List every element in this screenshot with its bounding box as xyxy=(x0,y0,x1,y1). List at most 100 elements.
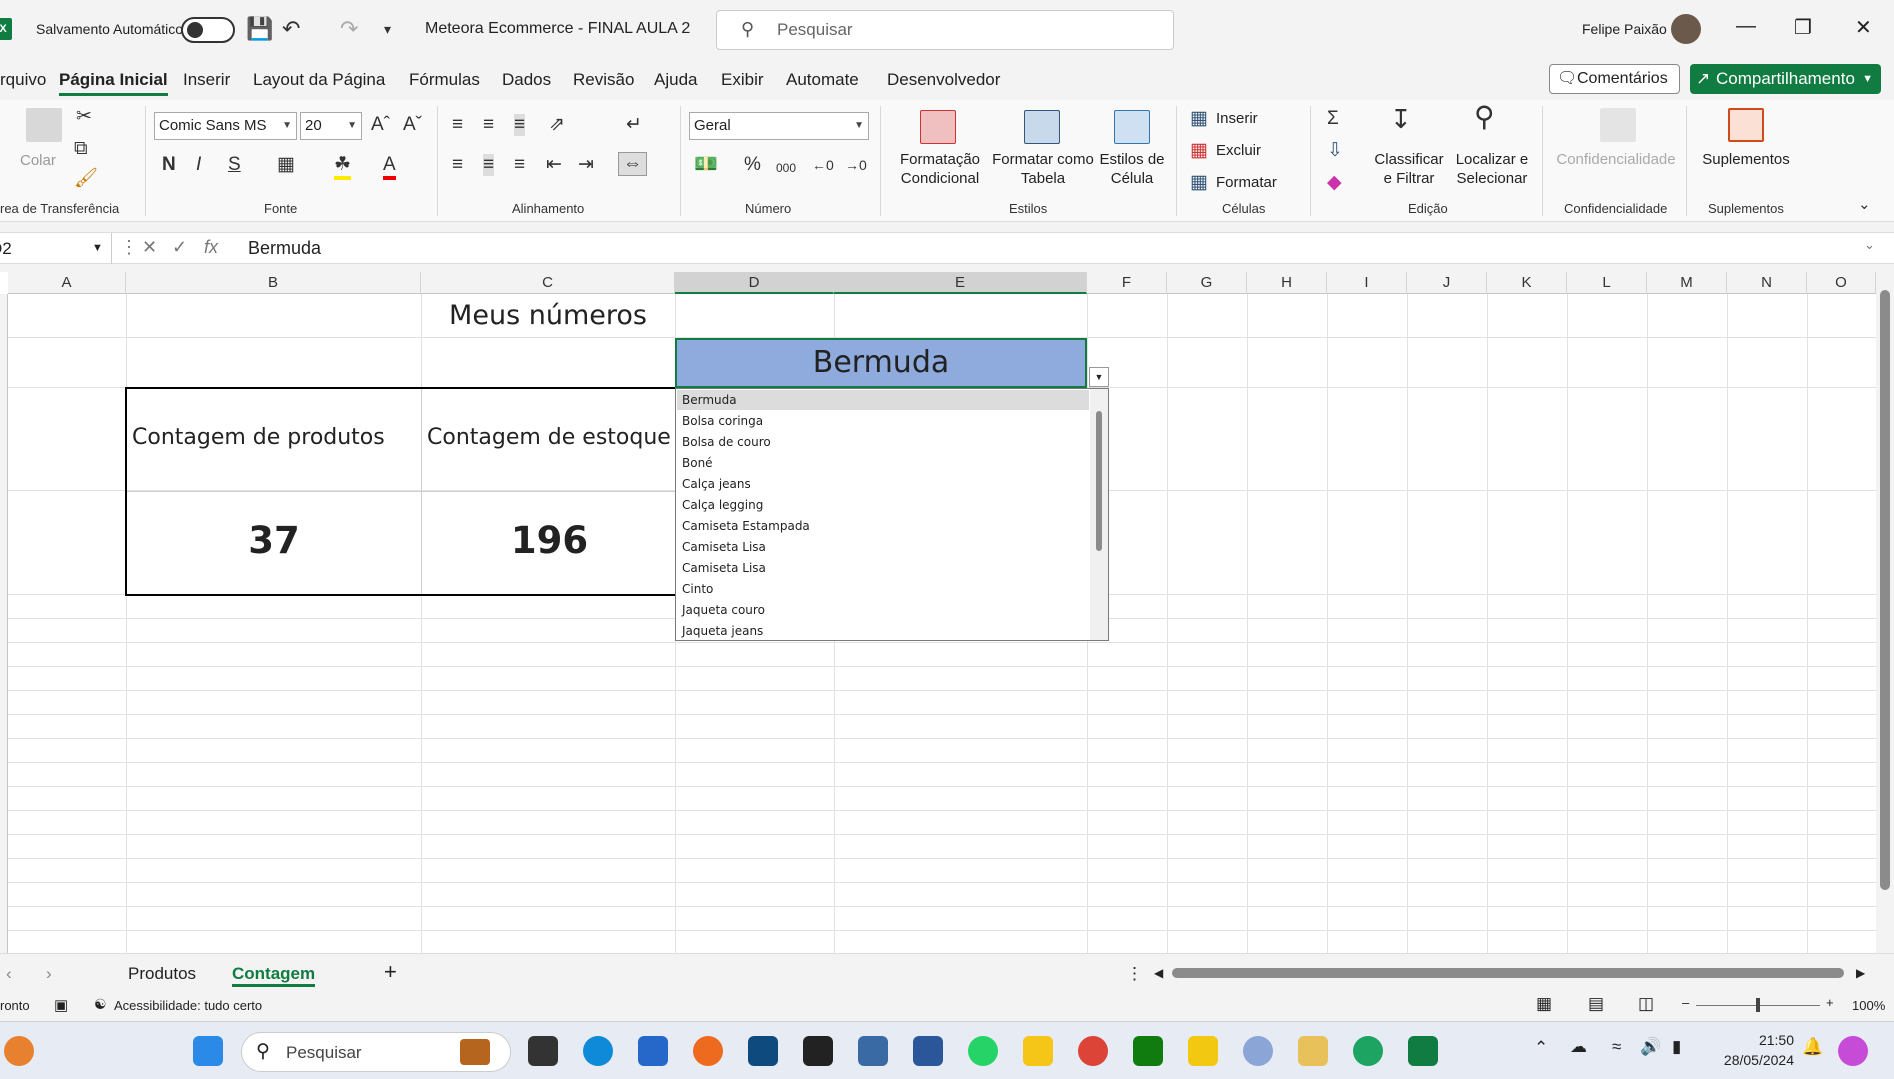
tab-help[interactable]: Ajuda xyxy=(654,70,697,90)
list-item[interactable]: Camiseta Lisa xyxy=(682,558,766,578)
conditional-format-icon[interactable] xyxy=(920,110,956,144)
tab-page-layout[interactable]: Layout da Página xyxy=(253,70,385,90)
bold-button[interactable]: N xyxy=(162,154,176,176)
weather-icon[interactable] xyxy=(4,1036,34,1066)
tab-formulas[interactable]: Fórmulas xyxy=(409,70,480,90)
tab-home[interactable]: Página Inicial xyxy=(59,70,168,96)
cut-icon[interactable]: ✂ xyxy=(76,106,92,128)
products-count-value[interactable]: 37 xyxy=(127,519,421,562)
document-title[interactable]: Meteora Ecommerce - FINAL AULA 2 xyxy=(425,20,690,38)
cell-styles-icon[interactable] xyxy=(1114,110,1150,144)
scroll-right-icon[interactable]: ▶ xyxy=(1856,966,1865,980)
normal-view-icon[interactable]: ▦ xyxy=(1536,994,1552,1014)
tab-review[interactable]: Revisão xyxy=(573,70,634,90)
borders-icon[interactable]: ▦ xyxy=(277,154,295,176)
align-center-icon[interactable]: ≡ xyxy=(483,154,495,176)
align-bottom-icon[interactable]: ≡ xyxy=(514,114,526,136)
xbox-icon[interactable] xyxy=(1133,1036,1163,1066)
list-item[interactable]: Calça jeans xyxy=(682,474,751,494)
battery-icon[interactable]: ▮ xyxy=(1672,1037,1681,1057)
align-top-icon[interactable]: ≡ xyxy=(452,114,463,136)
column-header[interactable]: N xyxy=(1727,272,1807,294)
sticky-notes-icon[interactable] xyxy=(803,1036,833,1066)
collapse-ribbon-icon[interactable]: ⌄ xyxy=(1858,194,1871,216)
list-item[interactable]: Boné xyxy=(682,453,713,473)
next-sheet-icon[interactable]: › xyxy=(46,964,52,984)
align-middle-icon[interactable]: ≡ xyxy=(483,114,494,136)
pycharm-icon[interactable] xyxy=(748,1036,778,1066)
enter-icon[interactable]: ✓ xyxy=(172,237,187,258)
fill-color-icon[interactable]: ☘ xyxy=(334,154,352,180)
tools-icon[interactable] xyxy=(1298,1036,1328,1066)
list-item[interactable]: Bermuda xyxy=(677,390,1089,410)
insert-cells-icon[interactable]: ▦ xyxy=(1190,108,1208,130)
find-select-icon[interactable]: ⚲ xyxy=(1474,103,1495,131)
increase-decimal-icon[interactable]: ←0 xyxy=(812,154,834,176)
chevron-up-icon[interactable]: ⌃ xyxy=(1534,1038,1548,1058)
search-box[interactable]: ⚲ Pesquisar xyxy=(716,10,1174,50)
column-header[interactable]: G xyxy=(1167,272,1247,294)
minimize-icon[interactable]: — xyxy=(1736,15,1756,38)
stock-count-label[interactable]: Contagem de estoque xyxy=(427,425,671,450)
format-as-table-label[interactable]: Formatar como Tabela xyxy=(990,150,1096,188)
horizontal-scroll-thumb[interactable] xyxy=(1172,968,1844,978)
wrap-text-icon[interactable]: ↵ xyxy=(626,114,642,136)
clear-icon[interactable]: ◆ xyxy=(1327,172,1342,194)
addins-label[interactable]: Suplementos xyxy=(1700,150,1792,169)
column-header[interactable]: K xyxy=(1487,272,1567,294)
orientation-icon[interactable]: ⇗ xyxy=(549,114,565,136)
comma-style-icon[interactable]: 000 xyxy=(776,157,796,179)
start-icon[interactable] xyxy=(193,1036,223,1066)
autosave-toggle[interactable] xyxy=(181,17,235,43)
validation-dropdown-list[interactable]: Bermuda Bolsa coringa Bolsa de couro Bon… xyxy=(675,388,1109,641)
expand-formula-icon[interactable]: ⌄ xyxy=(1864,237,1875,253)
accounting-format-icon[interactable]: 💵 xyxy=(694,154,718,176)
close-icon[interactable]: ✕ xyxy=(1855,15,1872,40)
autosum-icon[interactable]: Σ xyxy=(1327,108,1339,130)
chrome-icon[interactable] xyxy=(1078,1036,1108,1066)
sheet-tab-contagem[interactable]: Contagem xyxy=(232,964,316,987)
tab-developer[interactable]: Desenvolvedor xyxy=(887,70,1000,90)
firefox-icon[interactable] xyxy=(693,1036,723,1066)
format-cells-icon[interactable]: ▦ xyxy=(1190,172,1208,194)
excel-taskbar-icon[interactable] xyxy=(1408,1036,1438,1066)
tab-insert[interactable]: Inserir xyxy=(183,70,230,90)
macro-icon[interactable]: ▣ xyxy=(54,996,68,1014)
format-as-table-icon[interactable] xyxy=(1024,110,1060,144)
customize-toolbar-icon[interactable]: ▾ xyxy=(384,16,391,42)
column-header[interactable]: E xyxy=(834,272,1087,294)
tab-data[interactable]: Dados xyxy=(502,70,551,90)
list-item[interactable]: Bolsa coringa xyxy=(682,411,763,431)
onedrive-icon[interactable]: ☁ xyxy=(1570,1037,1587,1057)
tab-file[interactable]: rquivo xyxy=(0,70,46,90)
conditional-format-label[interactable]: Formatação Condicional xyxy=(890,150,990,188)
paste-icon[interactable] xyxy=(26,108,62,142)
cancel-icon[interactable]: ✕ xyxy=(142,237,157,258)
accessibility-status[interactable]: Acessibilidade: tudo certo xyxy=(114,998,262,1013)
power-bi-icon[interactable] xyxy=(1188,1036,1218,1066)
list-item[interactable]: Camiseta Lisa xyxy=(682,537,766,557)
name-box[interactable]: D2 ▼ xyxy=(0,233,112,264)
grow-font-icon[interactable]: Aˆ xyxy=(371,114,390,136)
format-painter-icon[interactable]: 🖌 xyxy=(74,168,98,190)
find-select-label[interactable]: Localizar e Selecionar xyxy=(1452,150,1532,188)
list-item[interactable]: Calça legging xyxy=(682,495,763,515)
column-header[interactable]: D xyxy=(675,272,834,294)
taskbar-search[interactable]: ⚲ Pesquisar xyxy=(241,1032,511,1072)
font-color-icon[interactable]: A xyxy=(383,154,396,180)
fill-icon[interactable]: ⇩ xyxy=(1327,140,1343,162)
products-count-label[interactable]: Contagem de produtos xyxy=(132,425,385,450)
column-header[interactable]: A xyxy=(8,272,126,294)
increase-indent-icon[interactable]: ⇥ xyxy=(578,154,594,176)
align-right-icon[interactable]: ≡ xyxy=(514,154,525,176)
store-icon[interactable] xyxy=(638,1036,668,1066)
percent-icon[interactable]: % xyxy=(744,154,761,176)
list-item[interactable]: Jaqueta couro xyxy=(682,600,765,620)
shrink-font-icon[interactable]: Aˇ xyxy=(403,114,422,136)
number-format-select[interactable]: Geral ▼ xyxy=(689,112,869,140)
column-header[interactable]: I xyxy=(1327,272,1407,294)
sheet-title[interactable]: Meus números xyxy=(420,300,676,331)
share-button[interactable]: ↗ Compartilhamento ▼ xyxy=(1690,64,1881,94)
column-header[interactable]: L xyxy=(1567,272,1647,294)
restore-icon[interactable]: ❐ xyxy=(1794,15,1812,40)
